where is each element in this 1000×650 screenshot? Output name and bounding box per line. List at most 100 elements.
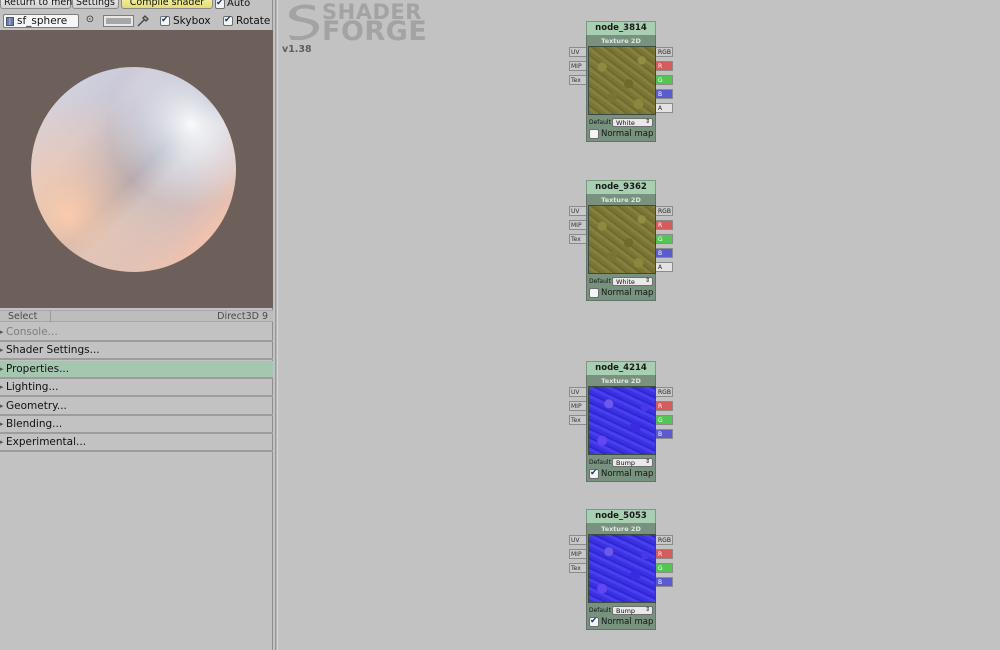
normal-map-toggle[interactable]: Normal map bbox=[588, 128, 654, 139]
preview-sphere bbox=[31, 67, 236, 272]
default-row: Default Bump bbox=[588, 457, 654, 468]
input-port-mip[interactable]: MIP bbox=[569, 61, 586, 71]
input-port-tex[interactable]: Tex bbox=[569, 75, 586, 85]
output-port-rgb[interactable]: RGB bbox=[656, 535, 673, 545]
input-port-uv[interactable]: UV bbox=[569, 206, 586, 216]
node-subtitle: Texture 2D bbox=[601, 525, 641, 533]
section-properties[interactable]: Properties... bbox=[0, 360, 273, 379]
input-port-mip[interactable]: MIP bbox=[569, 220, 586, 230]
node-body: Texture 2D Default White Normal map bbox=[586, 35, 656, 142]
section-label: Blending... bbox=[6, 417, 63, 430]
preview-controls: sf_sphere ⊙ Skybox Rotate bbox=[0, 12, 273, 30]
top-toolbar: Return to menu Settings Compile shader A… bbox=[0, 0, 273, 10]
output-port-r[interactable]: R bbox=[656, 549, 673, 559]
input-port-uv[interactable]: UV bbox=[569, 535, 586, 545]
default-row: Default White bbox=[588, 276, 654, 287]
output-port-rgb[interactable]: RGB bbox=[656, 47, 673, 57]
default-dropdown[interactable]: Bump bbox=[612, 458, 653, 467]
texture-preview[interactable] bbox=[588, 534, 656, 603]
panel-resize-handle[interactable] bbox=[275, 0, 278, 650]
mesh-field[interactable]: sf_sphere bbox=[3, 14, 79, 28]
node-subtitle: Texture 2D bbox=[601, 377, 641, 385]
section-label: Experimental... bbox=[6, 436, 87, 449]
eyedropper-icon[interactable] bbox=[136, 14, 150, 27]
output-port-b[interactable]: B bbox=[656, 577, 673, 587]
input-port-uv[interactable]: UV bbox=[569, 47, 586, 57]
auto-toggle[interactable]: Auto bbox=[215, 0, 250, 9]
section-lighting[interactable]: Lighting... bbox=[0, 379, 273, 398]
default-label: Default bbox=[589, 459, 611, 466]
return-to-menu-button[interactable]: Return to menu bbox=[0, 0, 78, 9]
rotate-toggle[interactable]: Rotate bbox=[223, 15, 270, 27]
input-port-uv[interactable]: UV bbox=[569, 387, 586, 397]
normal-map-toggle[interactable]: Normal map bbox=[588, 468, 654, 479]
node-body: Texture 2D Default White Normal map bbox=[586, 194, 656, 301]
output-port-g[interactable]: G bbox=[656, 563, 673, 573]
normal-map-checkbox[interactable] bbox=[589, 616, 599, 627]
normal-map-checkbox[interactable] bbox=[589, 128, 599, 139]
normal-map-checkbox[interactable] bbox=[589, 468, 599, 479]
output-port-b[interactable]: B bbox=[656, 429, 673, 439]
input-port-tex[interactable]: Tex bbox=[569, 563, 586, 573]
default-label: Default bbox=[589, 278, 611, 285]
output-port-b[interactable]: B bbox=[656, 89, 673, 99]
preview-status-bar: Select Direct3D 9 bbox=[0, 310, 273, 322]
node-card[interactable]: node_4214 Texture 2D Default Bump Normal… bbox=[586, 361, 656, 482]
texture-preview[interactable] bbox=[588, 46, 656, 115]
normal-map-toggle[interactable]: Normal map bbox=[588, 287, 654, 298]
mesh-icon bbox=[6, 16, 14, 26]
skybox-toggle[interactable]: Skybox bbox=[160, 15, 211, 27]
output-port-rgb[interactable]: RGB bbox=[656, 387, 673, 397]
section-experimental[interactable]: Experimental... bbox=[0, 434, 273, 453]
default-dropdown[interactable]: Bump bbox=[612, 606, 653, 615]
node-title[interactable]: node_3814 bbox=[586, 21, 656, 35]
node-body: Texture 2D Default Bump Normal map bbox=[586, 375, 656, 482]
section-geometry[interactable]: Geometry... bbox=[0, 398, 273, 416]
output-port-g[interactable]: G bbox=[656, 234, 673, 244]
default-dropdown[interactable]: White bbox=[612, 118, 653, 127]
section-blending[interactable]: Blending... bbox=[0, 416, 273, 434]
input-port-tex[interactable]: Tex bbox=[569, 415, 586, 425]
compile-shader-button[interactable]: Compile shader bbox=[121, 0, 213, 9]
input-port-mip[interactable]: MIP bbox=[569, 401, 586, 411]
normal-map-toggle[interactable]: Normal map bbox=[588, 616, 654, 627]
node-card[interactable]: node_3814 Texture 2D Default White Norma… bbox=[586, 21, 656, 142]
auto-checkbox[interactable] bbox=[215, 0, 225, 9]
shader-preview-viewport[interactable] bbox=[0, 30, 273, 308]
texture-preview[interactable] bbox=[588, 205, 656, 274]
texture-preview[interactable] bbox=[588, 386, 656, 455]
background-color-field[interactable] bbox=[103, 15, 134, 27]
normal-map-checkbox[interactable] bbox=[589, 287, 599, 298]
node-card[interactable]: node_9362 Texture 2D Default White Norma… bbox=[586, 180, 656, 301]
output-port-g[interactable]: G bbox=[656, 415, 673, 425]
section-label: Properties... bbox=[6, 362, 70, 375]
mesh-value: sf_sphere bbox=[17, 15, 68, 27]
rotate-checkbox[interactable] bbox=[223, 15, 233, 26]
output-port-rgb[interactable]: RGB bbox=[656, 206, 673, 216]
shader-forge-logo: SHADER FORGE v1.38 bbox=[282, 0, 432, 58]
node-title[interactable]: node_9362 bbox=[586, 180, 656, 194]
skybox-checkbox[interactable] bbox=[160, 15, 170, 26]
graphics-api-label: Direct3D 9 bbox=[217, 311, 268, 322]
settings-button[interactable]: Settings bbox=[72, 0, 119, 9]
node-card[interactable]: node_5053 Texture 2D Default Bump Normal… bbox=[586, 509, 656, 630]
node-title[interactable]: node_5053 bbox=[586, 509, 656, 523]
input-port-tex[interactable]: Tex bbox=[569, 234, 586, 244]
section-console[interactable]: Console... bbox=[0, 324, 273, 342]
section-shader-settings[interactable]: Shader Settings... bbox=[0, 342, 273, 361]
output-port-g[interactable]: G bbox=[656, 75, 673, 85]
output-port-r[interactable]: R bbox=[656, 401, 673, 411]
object-picker-icon[interactable]: ⊙ bbox=[84, 14, 96, 26]
output-port-a[interactable]: A bbox=[656, 103, 673, 113]
default-dropdown[interactable]: White bbox=[612, 277, 653, 286]
select-label[interactable]: Select bbox=[8, 311, 37, 322]
input-port-mip[interactable]: MIP bbox=[569, 549, 586, 559]
output-port-b[interactable]: B bbox=[656, 248, 673, 258]
output-port-a[interactable]: A bbox=[656, 262, 673, 272]
node-title[interactable]: node_4214 bbox=[586, 361, 656, 375]
output-port-r[interactable]: R bbox=[656, 220, 673, 230]
output-port-r[interactable]: R bbox=[656, 61, 673, 71]
section-label: Lighting... bbox=[6, 381, 59, 394]
shader-forge-logo-icon bbox=[289, 4, 319, 40]
normal-map-label: Normal map bbox=[601, 616, 654, 627]
